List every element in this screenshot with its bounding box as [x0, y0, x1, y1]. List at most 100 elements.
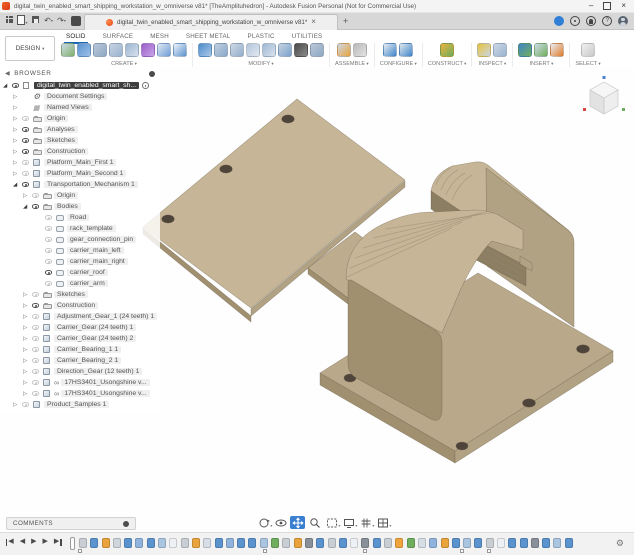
minimize-button[interactable]: – [589, 2, 593, 10]
visibility-eye-icon[interactable] [22, 138, 33, 142]
step-forward-button[interactable]: ▶ [42, 538, 47, 546]
visibility-eye-icon[interactable] [22, 149, 33, 153]
visibility-eye-icon[interactable] [45, 237, 56, 241]
activate-component-radio[interactable] [142, 82, 149, 89]
visibility-eye-icon[interactable] [22, 127, 33, 131]
timeline-feature-icon[interactable] [542, 538, 550, 548]
ribbon-tool-icon[interactable] [125, 43, 139, 57]
ribbon-tool-icon[interactable] [109, 43, 123, 57]
visibility-eye-icon[interactable] [45, 226, 56, 230]
visibility-eye-icon[interactable] [32, 347, 43, 351]
ribbon-tool-icon[interactable] [399, 43, 413, 57]
job-status-icon[interactable] [554, 16, 564, 26]
expand-arrow-icon[interactable] [23, 347, 32, 353]
ribbon-tool-icon[interactable] [262, 43, 276, 57]
expand-arrow-icon[interactable] [13, 127, 22, 133]
visibility-eye-icon[interactable] [32, 314, 43, 318]
browser-tree-row[interactable]: ∞ gear_connection_pin [0, 234, 160, 245]
save-icon[interactable] [29, 16, 42, 26]
expand-arrow-icon[interactable] [23, 369, 32, 375]
timeline-feature-icon[interactable] [565, 538, 573, 548]
browser-tree-row[interactable]: ∞ Carrier_Bearing_2 1 [0, 355, 160, 366]
collapse-panel-icon[interactable]: ◀ [5, 70, 10, 77]
ribbon-tool-icon[interactable] [383, 43, 397, 57]
file-home-icon[interactable] [71, 16, 81, 26]
ribbon-tool-icon[interactable] [230, 43, 244, 57]
expand-arrow-icon[interactable] [13, 402, 22, 408]
timeline-feature-icon[interactable] [260, 538, 268, 548]
visibility-eye-icon[interactable] [22, 160, 33, 164]
visibility-eye-icon[interactable] [45, 281, 56, 285]
timeline-feature-icon[interactable] [192, 538, 200, 548]
timeline-feature-icon[interactable] [79, 538, 87, 548]
browser-tree-row[interactable]: ∞ Origin [0, 190, 160, 201]
browser-tree-row[interactable]: ∞ carrier_roof [0, 267, 160, 278]
visibility-eye-icon[interactable] [22, 116, 33, 120]
ribbon-tool-icon[interactable] [550, 43, 564, 57]
browser-tree-row[interactable]: ∞ Platform_Main_Second 1 [0, 168, 160, 179]
expand-arrow-icon[interactable] [23, 292, 32, 298]
ribbon-tool-icon[interactable] [157, 43, 171, 57]
pan-button[interactable] [290, 516, 305, 529]
timeline-feature-icon[interactable] [237, 538, 245, 548]
file-menu-icon[interactable]: ▾ [16, 15, 29, 28]
expand-arrow-icon[interactable] [23, 336, 32, 342]
visibility-eye-icon[interactable] [32, 336, 43, 340]
timeline-feature-icon[interactable] [497, 538, 505, 548]
viewport-canvas[interactable]: ◀ BROWSER ∞ digital_twin_enabled_smart_s… [0, 67, 634, 555]
ribbon-tool-icon[interactable] [581, 43, 595, 57]
undo-icon[interactable]: ↶▾ [42, 16, 55, 26]
new-tab-button[interactable]: + [343, 16, 348, 26]
timeline-feature-icon[interactable] [271, 538, 279, 548]
timeline-feature-icon[interactable] [418, 538, 426, 548]
ribbon-tool-icon[interactable] [198, 43, 212, 57]
visibility-eye-icon[interactable] [22, 402, 33, 406]
notifications-icon[interactable] [586, 16, 596, 26]
browser-tree-row[interactable]: ∞ 17HS3401_Usongshine v... [0, 377, 160, 388]
expand-arrow-icon[interactable] [23, 391, 32, 397]
browser-tree-row[interactable]: ∞ Analyses [0, 124, 160, 135]
browser-tree-row[interactable]: ∞ Direction_Gear (12 teeth) 1 [0, 366, 160, 377]
visibility-eye-icon[interactable] [45, 215, 56, 219]
browser-tree-row[interactable]: ∞ Document Settings [0, 91, 160, 102]
expand-arrow-icon[interactable] [23, 380, 32, 386]
timeline-feature-icon[interactable] [361, 538, 369, 548]
visibility-eye-icon[interactable] [22, 171, 33, 175]
timeline-feature-icon[interactable] [339, 538, 347, 548]
expand-arrow-icon[interactable] [23, 325, 32, 331]
orbit-button[interactable]: ▾ [256, 516, 271, 529]
expand-arrow-icon[interactable] [23, 303, 32, 309]
timeline-feature-icon[interactable] [169, 538, 177, 548]
browser-tree-row[interactable]: ∞ carrier_main_left [0, 245, 160, 256]
ribbon-tab[interactable]: SOLID [64, 30, 88, 44]
timeline-feature-icon[interactable] [124, 538, 132, 548]
browser-tree-row[interactable]: ∞ rack_template [0, 223, 160, 234]
ribbon-tool-icon[interactable] [353, 43, 367, 57]
timeline-feature-icon[interactable] [520, 538, 528, 548]
timeline-feature-icon[interactable] [113, 538, 121, 548]
ribbon-tool-icon[interactable] [246, 43, 260, 57]
expand-arrow-icon[interactable] [23, 314, 32, 320]
display-settings-button[interactable]: ▾ [341, 516, 356, 529]
ribbon-tool-icon[interactable] [477, 43, 491, 57]
expand-arrow-icon[interactable] [13, 160, 22, 166]
timeline-feature-icon[interactable] [158, 538, 166, 548]
visibility-eye-icon[interactable] [32, 380, 43, 384]
timeline-feature-icon[interactable] [486, 538, 494, 548]
timeline-feature-icon[interactable] [384, 538, 392, 548]
timeline-feature-icon[interactable] [441, 538, 449, 548]
browser-tree-row[interactable]: ∞ carrier_main_right [0, 256, 160, 267]
browser-tree-row[interactable]: ∞ Bodies [0, 201, 160, 212]
visibility-eye-icon[interactable] [45, 259, 56, 263]
expand-arrow-icon[interactable] [23, 193, 32, 199]
browser-tree-row[interactable]: ∞ Named Views [0, 102, 160, 113]
visibility-eye-icon[interactable] [22, 182, 33, 186]
ribbon-tool-icon[interactable] [214, 43, 228, 57]
skip-to-start-button[interactable]: ◀ [6, 538, 14, 546]
help-icon[interactable] [602, 16, 612, 26]
browser-tree-row[interactable]: ∞ carrier_arm [0, 278, 160, 289]
timeline-feature-icon[interactable] [215, 538, 223, 548]
play-button[interactable]: ▶ [31, 538, 36, 546]
workspace-selector[interactable]: DESIGN ▾ [5, 36, 55, 61]
expand-arrow-icon[interactable] [13, 182, 22, 188]
